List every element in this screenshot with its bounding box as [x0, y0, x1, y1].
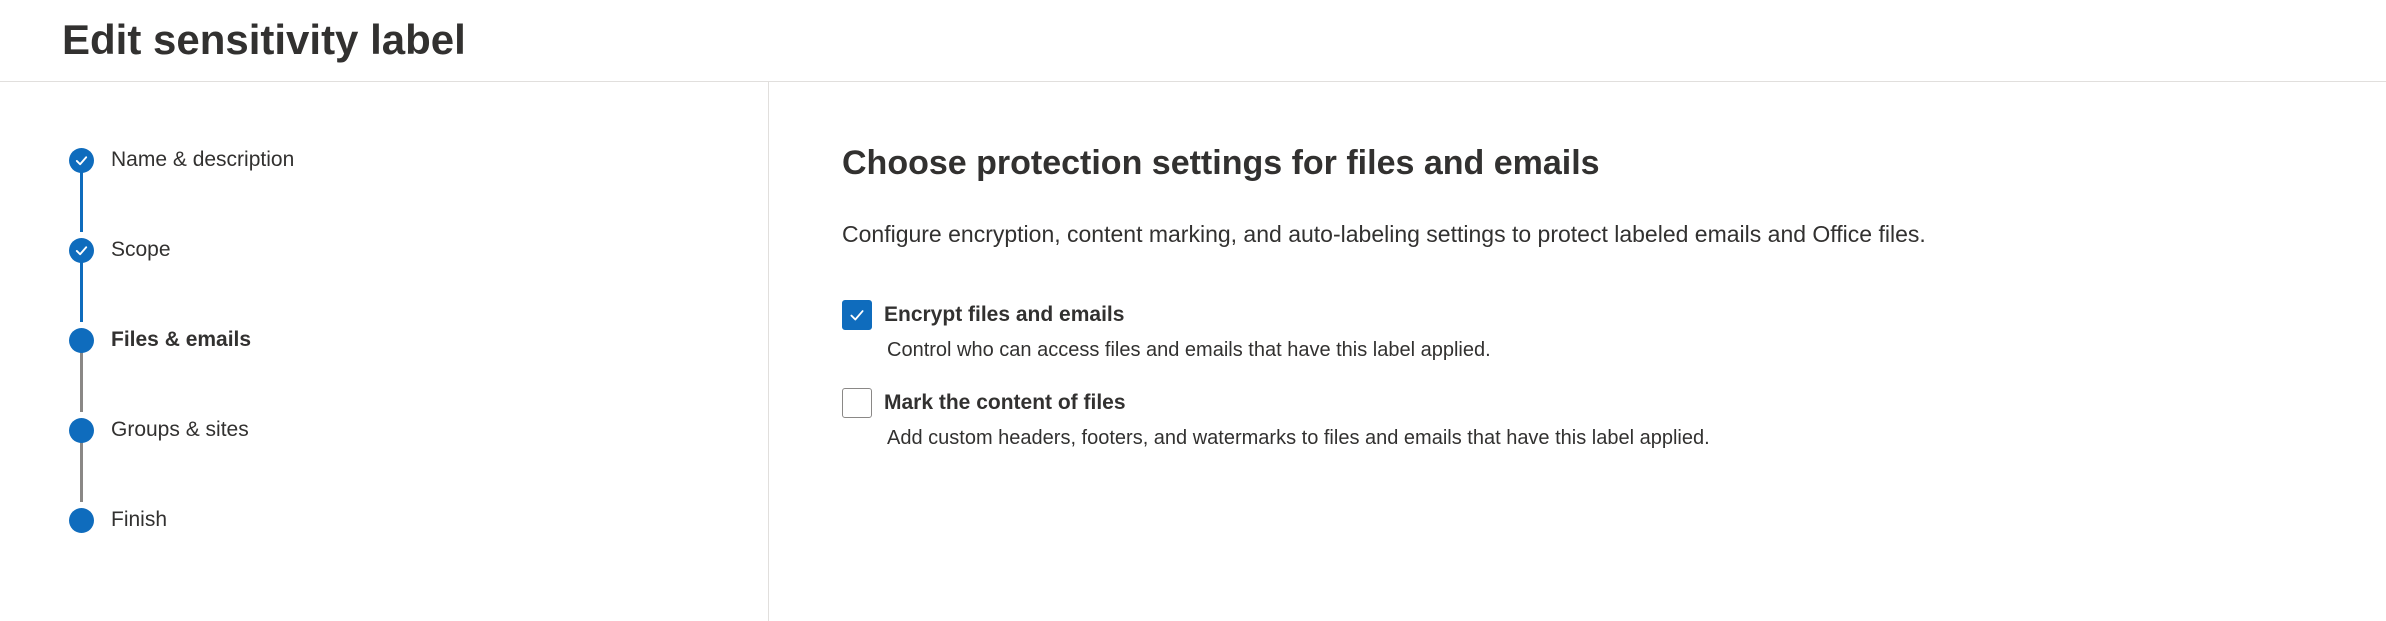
step-connector	[80, 262, 83, 322]
section-description: Configure encryption, content marking, a…	[842, 221, 1926, 247]
mark-content-checkbox[interactable]	[842, 388, 872, 418]
page-header: Edit sensitivity label	[0, 0, 2386, 82]
step-connector	[80, 352, 83, 412]
step-upcoming-dot-icon	[69, 508, 94, 533]
mark-content-label[interactable]: Mark the content of files	[884, 388, 1126, 418]
section-title: Choose protection settings for files and…	[842, 144, 1600, 182]
mark-content-option: Mark the content of files Add custom hea…	[842, 388, 2042, 458]
step-finish: Finish	[111, 508, 168, 531]
step-upcoming-dot-icon	[69, 418, 94, 443]
step-completed-checkmark-icon	[69, 238, 94, 263]
step-groups-sites: Groups & sites	[111, 418, 249, 441]
encrypt-checkbox[interactable]	[842, 300, 872, 330]
encrypt-option: Encrypt files and emails Control who can…	[842, 300, 2042, 370]
encrypt-description: Control who can access files and emails …	[887, 339, 1491, 361]
step-connector	[80, 442, 83, 502]
wizard-steps-panel: Name & description Scope Files & emails …	[0, 82, 769, 621]
step-connector	[80, 172, 83, 232]
step-files-emails[interactable]: Files & emails	[111, 326, 251, 354]
checkmark-icon	[850, 310, 864, 321]
step-name-description[interactable]: Name & description	[111, 146, 294, 174]
step-scope[interactable]: Scope	[111, 236, 171, 264]
encrypt-label[interactable]: Encrypt files and emails	[884, 300, 1124, 330]
page-title: Edit sensitivity label	[62, 16, 466, 63]
step-completed-checkmark-icon	[69, 148, 94, 173]
step-current-dot-icon	[69, 328, 94, 353]
mark-content-description: Add custom headers, footers, and waterma…	[887, 427, 1710, 449]
